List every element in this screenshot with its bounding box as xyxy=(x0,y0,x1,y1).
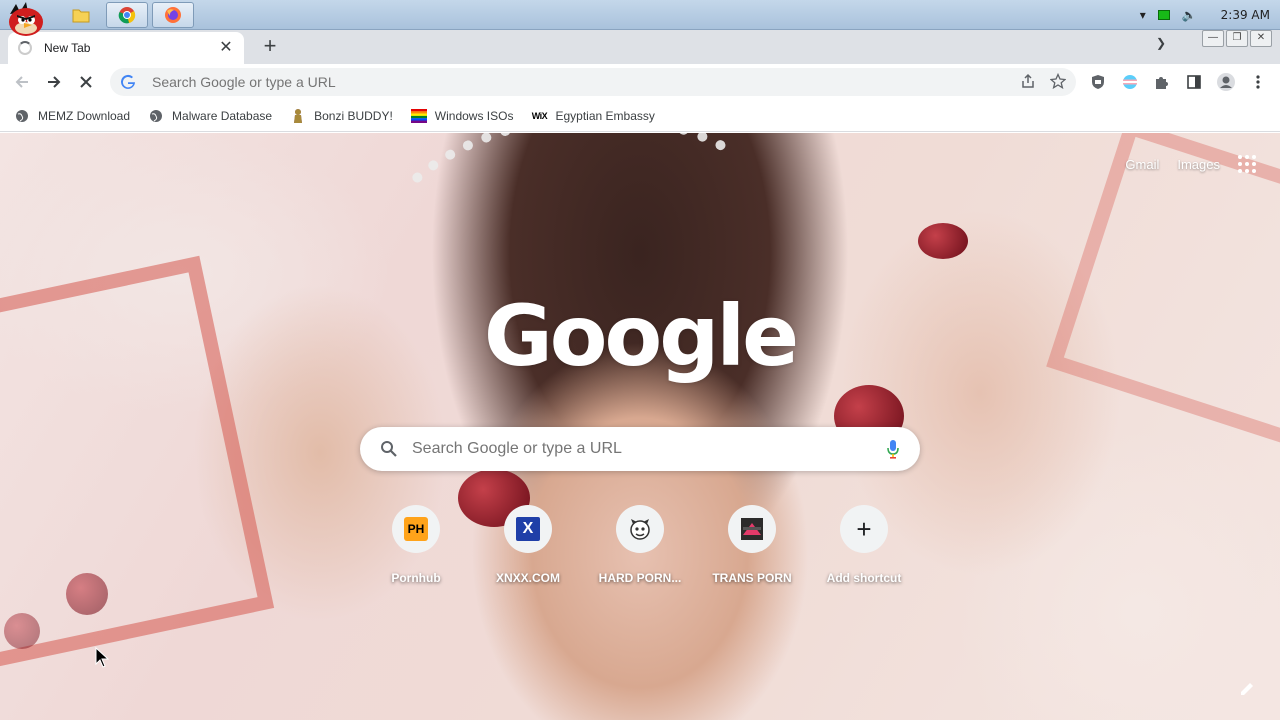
taskbar-firefox[interactable] xyxy=(152,2,194,28)
background-headband xyxy=(345,133,815,436)
shortcut-label: TRANS PORN xyxy=(712,571,792,585)
minimize-button[interactable]: — xyxy=(1202,30,1224,47)
globe-icon xyxy=(14,108,30,124)
taskbar-chrome[interactable] xyxy=(106,2,148,28)
shortcut-tile xyxy=(728,505,776,553)
ublock-shield-icon[interactable] xyxy=(1088,72,1108,92)
volume-icon[interactable]: 🔈 xyxy=(1182,8,1197,22)
background-cherry xyxy=(4,613,40,649)
tab-title: New Tab xyxy=(44,41,91,55)
trans-flag-extension-icon[interactable] xyxy=(1120,72,1140,92)
forward-button[interactable] xyxy=(42,70,66,94)
shortcut-label: HARD PORN... xyxy=(598,571,682,585)
close-window-button[interactable]: ✕ xyxy=(1250,30,1272,47)
tab-search-chevron-icon[interactable]: ❯ xyxy=(1150,36,1172,58)
new-tab-button[interactable]: + xyxy=(258,35,282,59)
taskbar-clock[interactable]: 2:39 AM xyxy=(1221,8,1270,22)
site-thumbnail-icon xyxy=(741,518,763,540)
back-arrow-icon xyxy=(15,76,28,88)
shortcut-xnxx[interactable]: X XNXX.COM xyxy=(472,505,584,585)
shortcut-label: XNXX.COM xyxy=(495,571,560,585)
shortcut-tile: PH xyxy=(392,505,440,553)
background-cherry xyxy=(918,223,968,259)
customize-pencil-icon[interactable] xyxy=(1238,680,1258,700)
shortcuts-row: PH Pornhub X XNXX.COM HARD PORN... TRANS… xyxy=(360,505,920,585)
shortcut-label: Pornhub xyxy=(391,571,441,585)
close-tab-icon[interactable]: ✕ xyxy=(218,40,234,56)
bookmark-label: Windows ISOs xyxy=(434,108,514,123)
address-bar[interactable] xyxy=(110,68,1076,96)
shortcut-tile xyxy=(616,505,664,553)
microphone-icon[interactable] xyxy=(886,439,900,459)
bookmark-memz-download[interactable]: MEMZ Download xyxy=(14,108,130,124)
browser-toolbar xyxy=(0,64,1280,100)
loading-spinner-icon xyxy=(18,41,32,55)
address-input[interactable] xyxy=(152,74,1020,90)
gmail-link[interactable]: Gmail xyxy=(1125,157,1159,172)
chrome-menu-icon[interactable] xyxy=(1248,72,1268,92)
bookmarks-bar: MEMZ Download Malware Database Bonzi BUD… xyxy=(0,100,1280,132)
bookmark-windows-isos[interactable]: Windows ISOs xyxy=(410,108,514,124)
chrome-icon xyxy=(118,7,136,24)
search-icon xyxy=(381,441,397,457)
window-controls: — ❐ ✕ xyxy=(1202,30,1272,47)
ntp-search-box[interactable] xyxy=(360,427,920,471)
bookmark-label: Bonzi BUDDY! xyxy=(314,108,393,123)
folder-icon xyxy=(72,9,90,23)
ntp-search-input[interactable] xyxy=(412,440,886,458)
background-cherry xyxy=(66,573,108,615)
share-icon[interactable] xyxy=(1020,73,1036,92)
profile-avatar-icon[interactable] xyxy=(1216,72,1236,92)
side-panel-icon[interactable] xyxy=(1184,72,1204,92)
google-apps-grid-icon[interactable] xyxy=(1238,155,1256,173)
bookmark-malware-database[interactable]: Malware Database xyxy=(148,108,272,124)
bookmark-label: Malware Database xyxy=(172,108,273,123)
taskbar-file-explorer[interactable] xyxy=(60,2,102,28)
windows-flag-icon xyxy=(410,108,427,124)
bonzi-icon xyxy=(290,108,306,124)
stop-x-icon xyxy=(80,76,92,88)
bookmark-egyptian-embassy[interactable]: WiX Egyptian Embassy xyxy=(531,108,655,124)
shortcut-tile: + xyxy=(840,505,888,553)
battery-icon[interactable] xyxy=(1157,10,1170,20)
restore-button[interactable]: ❐ xyxy=(1226,30,1248,47)
wix-icon: WiX xyxy=(531,110,548,121)
shortcut-hard-porn[interactable]: HARD PORN... xyxy=(584,505,696,585)
bookmark-star-icon[interactable] xyxy=(1049,72,1067,92)
new-tab-page: Gmail Images Google PH Pornhub X xyxy=(0,133,1280,720)
google-logo: Google xyxy=(483,287,799,385)
forward-arrow-icon xyxy=(48,76,61,88)
google-g-icon xyxy=(121,74,135,89)
tray-chevron-icon[interactable]: ▾ xyxy=(1140,8,1146,22)
images-link[interactable]: Images xyxy=(1177,157,1220,172)
extensions-puzzle-icon[interactable] xyxy=(1152,72,1172,92)
bookmark-label: Egyptian Embassy xyxy=(555,108,655,123)
start-button-angry-bird-icon[interactable] xyxy=(4,0,48,38)
cartoon-face-icon xyxy=(630,519,650,540)
shortcut-trans-porn[interactable]: TRANS PORN xyxy=(696,505,808,585)
tab-strip: New Tab ✕ + ❯ — ❐ ✕ xyxy=(0,30,1280,64)
mouse-cursor-icon xyxy=(95,646,110,672)
globe-icon xyxy=(148,108,164,124)
ntp-top-links: Gmail Images xyxy=(1125,155,1256,173)
firefox-icon xyxy=(165,7,181,23)
shortcut-label: Add shortcut xyxy=(826,571,902,585)
back-button[interactable] xyxy=(10,70,34,94)
os-taskbar: ▾ 🔈 2:39 AM xyxy=(0,0,1280,36)
pornhub-logo-icon: PH xyxy=(404,517,428,541)
bookmark-bonzi-buddy[interactable]: Bonzi BUDDY! xyxy=(290,108,393,124)
stop-loading-button[interactable] xyxy=(74,70,98,94)
bookmark-label: MEMZ Download xyxy=(38,108,131,123)
system-tray: ▾ 🔈 2:39 AM xyxy=(1140,0,1270,30)
add-shortcut-button[interactable]: + Add shortcut xyxy=(808,505,920,585)
plus-icon: + xyxy=(856,514,872,544)
xnxx-logo-icon: X xyxy=(516,517,540,541)
shortcut-pornhub[interactable]: PH Pornhub xyxy=(360,505,472,585)
shortcut-tile: X xyxy=(504,505,552,553)
